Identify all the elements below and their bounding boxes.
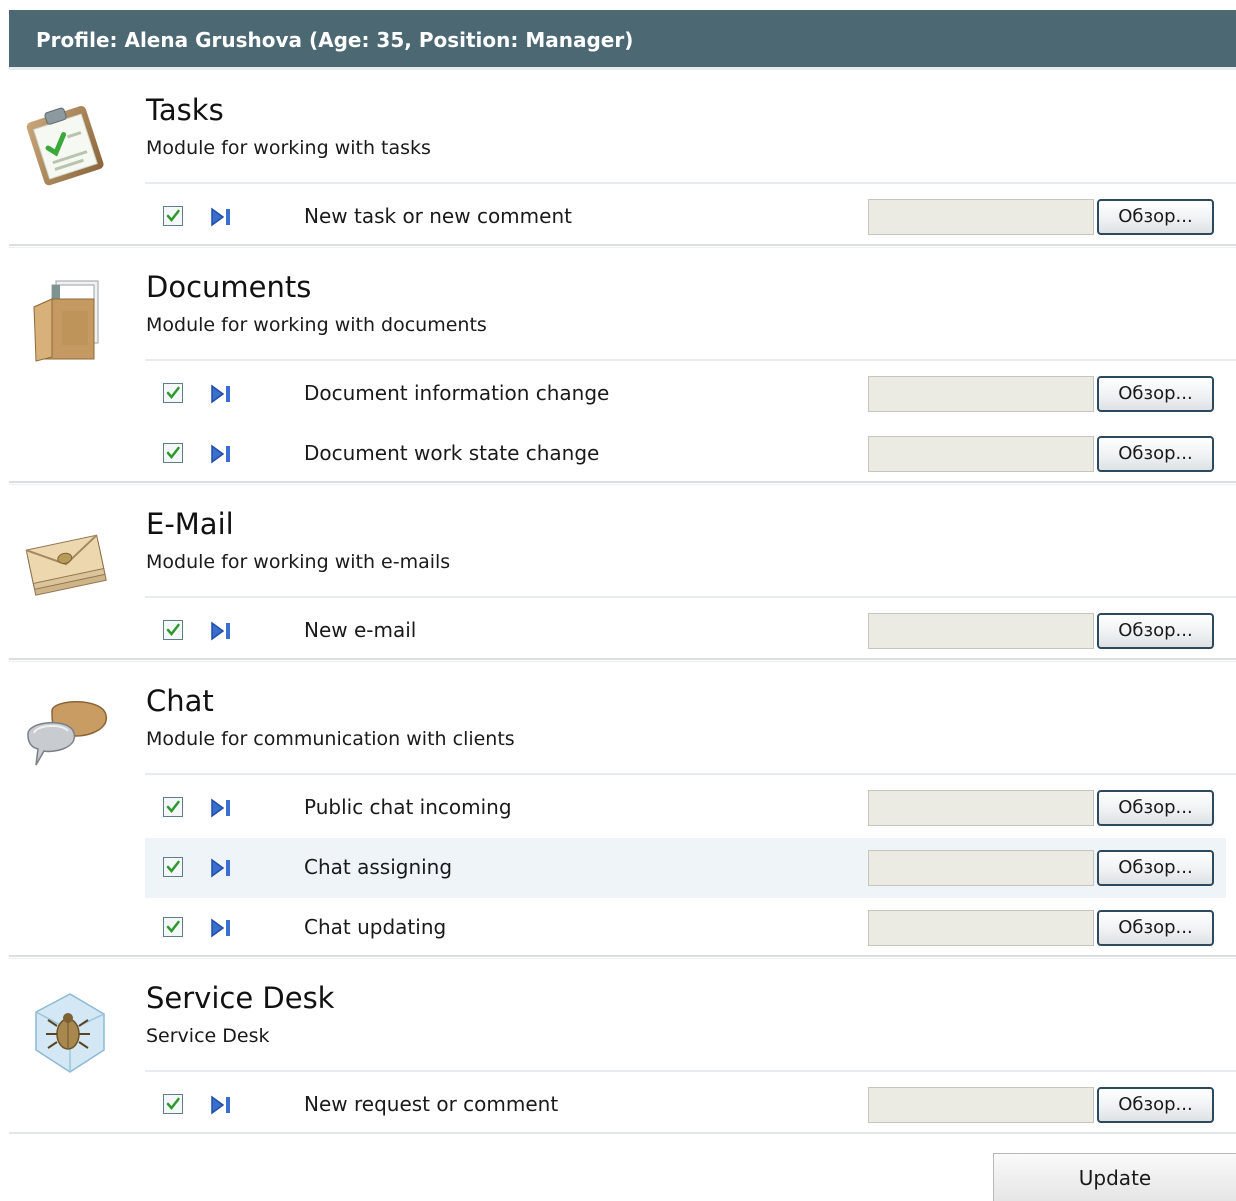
checkmark-icon bbox=[166, 920, 180, 933]
enable-checkbox[interactable] bbox=[163, 443, 183, 463]
tasks-clipboard-icon bbox=[22, 100, 112, 190]
checkmark-icon bbox=[166, 623, 180, 636]
event-label: New e-mail bbox=[304, 618, 417, 642]
checkmark-icon bbox=[166, 1097, 180, 1110]
module-title: Service Desk bbox=[146, 981, 335, 1015]
checkmark-icon bbox=[166, 800, 180, 813]
event-row-document-state-change: Document work state change Обзор... bbox=[145, 424, 1226, 484]
event-row-new-task: New task or new comment Обзор... bbox=[145, 187, 1226, 247]
event-label: New task or new comment bbox=[304, 204, 572, 228]
module-title: E-Mail bbox=[146, 507, 234, 541]
play-sound-icon[interactable] bbox=[210, 798, 234, 818]
email-envelope-icon bbox=[22, 514, 112, 604]
sound-file-input[interactable] bbox=[868, 376, 1094, 412]
section-divider bbox=[9, 955, 1236, 959]
event-row-public-chat-incoming: Public chat incoming Обзор... bbox=[145, 778, 1226, 838]
divider bbox=[145, 182, 1236, 184]
enable-checkbox[interactable] bbox=[163, 383, 183, 403]
profile-title: Profile: Alena Grushova (Age: 35, Positi… bbox=[36, 28, 634, 52]
module-subtitle: Module for working with tasks bbox=[146, 137, 431, 159]
browse-button[interactable]: Обзор... bbox=[1097, 790, 1214, 826]
sound-file-input[interactable] bbox=[868, 790, 1094, 826]
module-subtitle: Module for working with e-mails bbox=[146, 551, 451, 573]
module-subtitle: Service Desk bbox=[146, 1025, 270, 1047]
divider bbox=[145, 1070, 1236, 1072]
browse-button[interactable]: Обзор... bbox=[1097, 850, 1214, 886]
browse-button[interactable]: Обзор... bbox=[1097, 436, 1214, 472]
service-desk-bug-icon bbox=[22, 988, 112, 1078]
event-row-chat-assigning: Chat assigning Обзор... bbox=[145, 838, 1226, 898]
enable-checkbox[interactable] bbox=[163, 917, 183, 937]
play-sound-icon[interactable] bbox=[210, 444, 234, 464]
checkmark-icon bbox=[166, 860, 180, 873]
event-label: Document work state change bbox=[304, 441, 600, 465]
sound-file-input[interactable] bbox=[868, 436, 1094, 472]
enable-checkbox[interactable] bbox=[163, 857, 183, 877]
section-divider bbox=[9, 658, 1236, 662]
sound-file-input[interactable] bbox=[868, 850, 1094, 886]
divider bbox=[145, 359, 1236, 361]
play-sound-icon[interactable] bbox=[210, 858, 234, 878]
module-title: Tasks bbox=[146, 93, 224, 127]
play-sound-icon[interactable] bbox=[210, 384, 234, 404]
event-row-document-info-change: Document information change Обзор... bbox=[145, 364, 1226, 424]
divider bbox=[145, 596, 1236, 598]
event-label: Chat updating bbox=[304, 915, 447, 939]
enable-checkbox[interactable] bbox=[163, 1094, 183, 1114]
event-label: Chat assigning bbox=[304, 855, 453, 879]
event-row-new-email: New e-mail Обзор... bbox=[145, 601, 1226, 661]
play-sound-icon[interactable] bbox=[210, 621, 234, 641]
event-label: Document information change bbox=[304, 381, 610, 405]
profile-header: Profile: Alena Grushova (Age: 35, Positi… bbox=[9, 10, 1236, 70]
section-divider bbox=[9, 244, 1236, 248]
sound-file-input[interactable] bbox=[868, 613, 1094, 649]
sound-file-input[interactable] bbox=[868, 910, 1094, 946]
browse-button[interactable]: Обзор... bbox=[1097, 199, 1214, 235]
checkmark-icon bbox=[166, 446, 180, 459]
section-divider bbox=[9, 481, 1236, 485]
module-subtitle: Module for working with documents bbox=[146, 314, 487, 336]
checkmark-icon bbox=[166, 386, 180, 399]
browse-button[interactable]: Обзор... bbox=[1097, 1087, 1214, 1123]
module-title: Chat bbox=[146, 684, 214, 718]
checkmark-icon bbox=[166, 209, 180, 222]
sound-file-input[interactable] bbox=[868, 199, 1094, 235]
play-sound-icon[interactable] bbox=[210, 918, 234, 938]
enable-checkbox[interactable] bbox=[163, 797, 183, 817]
divider bbox=[145, 773, 1236, 775]
module-title: Documents bbox=[146, 270, 312, 304]
browse-button[interactable]: Обзор... bbox=[1097, 613, 1214, 649]
event-row-chat-updating: Chat updating Обзор... bbox=[145, 898, 1226, 958]
browse-button[interactable]: Обзор... bbox=[1097, 910, 1214, 946]
enable-checkbox[interactable] bbox=[163, 206, 183, 226]
sound-file-input[interactable] bbox=[868, 1087, 1094, 1123]
play-sound-icon[interactable] bbox=[210, 1095, 234, 1115]
section-divider bbox=[9, 1132, 1236, 1134]
chat-bubbles-icon bbox=[22, 691, 112, 781]
documents-folder-icon bbox=[22, 277, 112, 367]
module-subtitle: Module for communication with clients bbox=[146, 728, 515, 750]
update-button[interactable]: Update bbox=[993, 1153, 1236, 1201]
event-label: New request or comment bbox=[304, 1092, 559, 1116]
play-sound-icon[interactable] bbox=[210, 207, 234, 227]
event-row-new-request: New request or comment Обзор... bbox=[145, 1075, 1226, 1135]
enable-checkbox[interactable] bbox=[163, 620, 183, 640]
browse-button[interactable]: Обзор... bbox=[1097, 376, 1214, 412]
event-label: Public chat incoming bbox=[304, 795, 512, 819]
